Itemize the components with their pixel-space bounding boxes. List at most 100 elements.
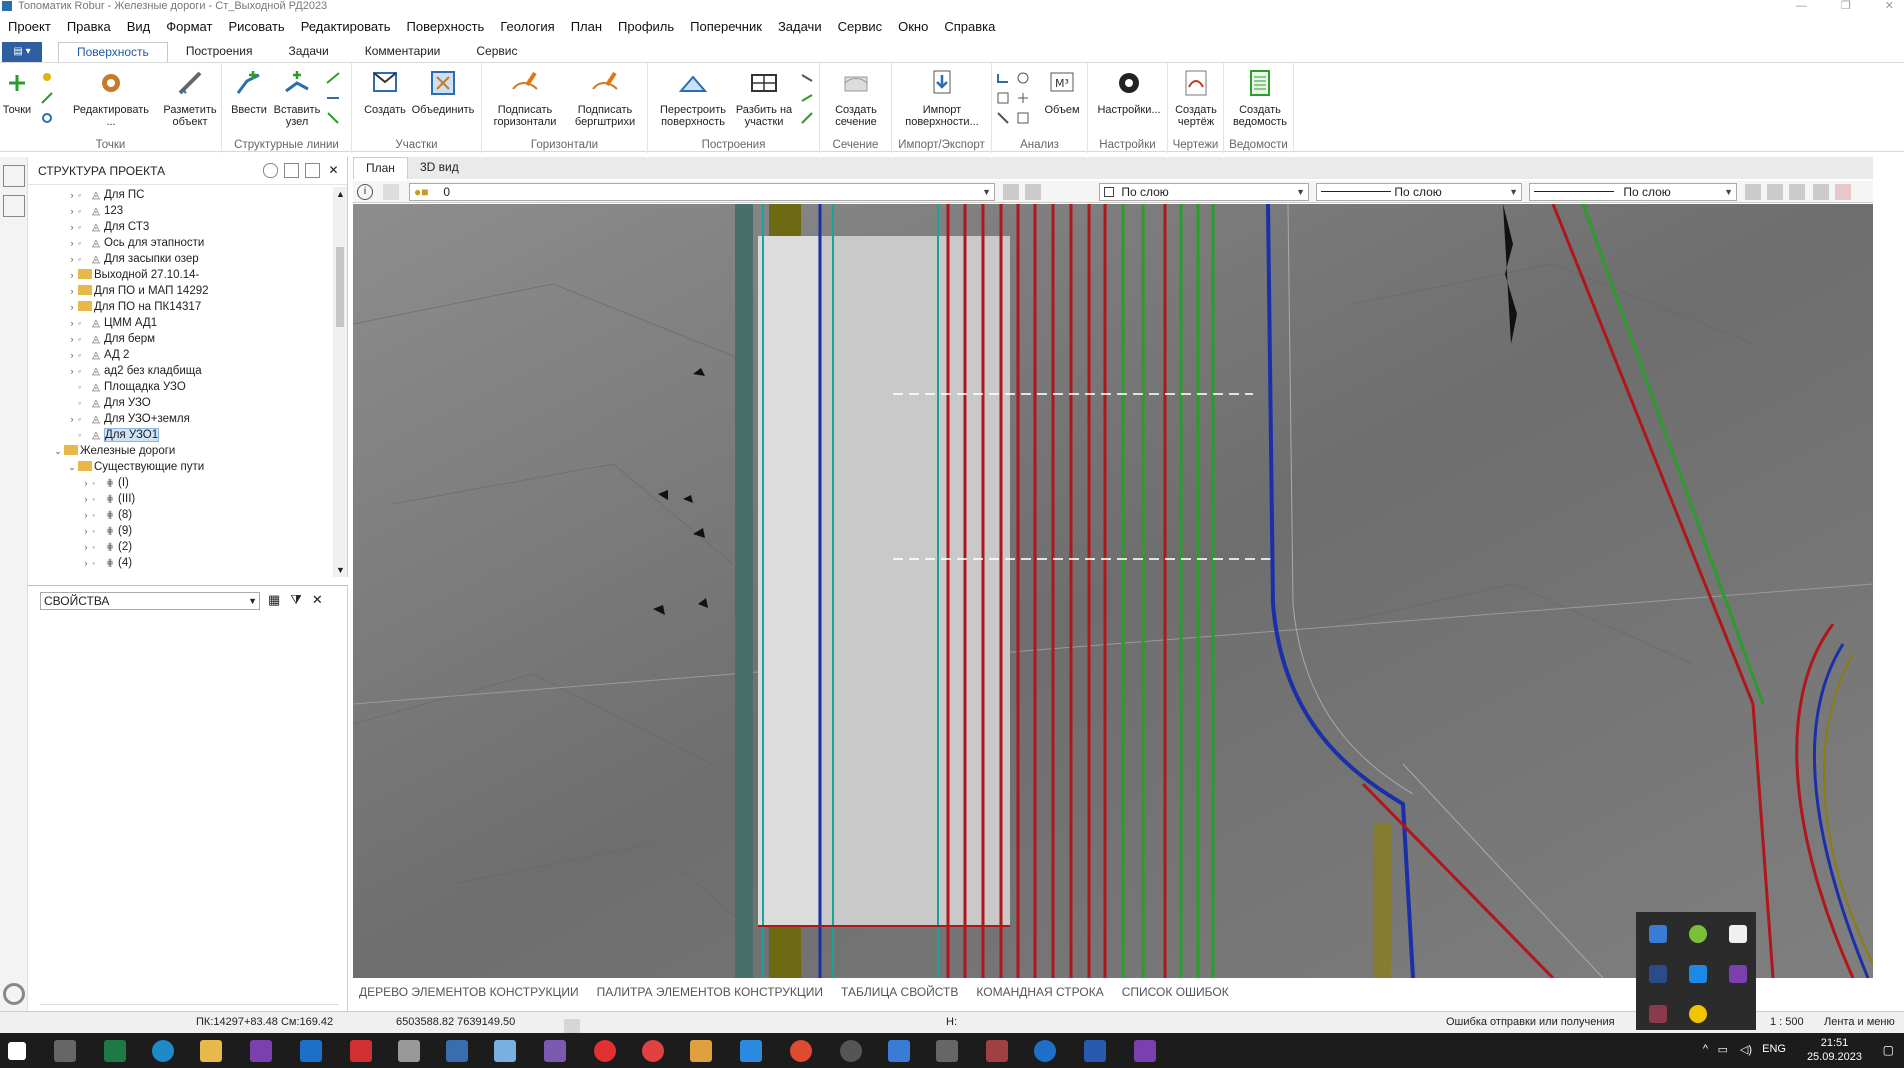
chevron-right-icon[interactable]: › [80,507,92,523]
calculator-icon[interactable] [544,1040,566,1062]
tree-item[interactable]: › ◦ ◬ Для засыпки озер [28,251,333,267]
chevron-right-icon[interactable]: › [66,411,78,427]
visibility-icon[interactable]: ◦ [78,203,88,219]
edge-icon[interactable] [152,1040,174,1062]
tree-item[interactable]: › Для ПО и МАП 14292 [28,283,333,299]
chevron-right-icon[interactable]: › [66,363,78,379]
layer-tool-icon-1[interactable] [1003,184,1019,200]
visibility-icon[interactable]: ◦ [92,507,102,523]
tray-outlook-icon[interactable] [1689,965,1707,983]
settings-button[interactable]: Настройки... [1094,69,1164,116]
tab-construction-palette[interactable]: ПАЛИТРА ЭЛЕМЕНТОВ КОНСТРУКЦИИ [597,985,823,1005]
sign-berg-button[interactable]: Подписать бергштрихи [566,69,644,128]
tray-volume-icon[interactable]: ◁) [1740,1043,1752,1056]
tab-surface[interactable]: Поверхность [58,42,168,62]
status-mode[interactable]: Лента и меню [1824,1016,1895,1028]
scroll-up-icon[interactable]: ▲ [336,189,345,199]
menu-edit[interactable]: Правка [59,17,119,37]
points-button[interactable]: Точки [2,69,32,116]
properties-selector[interactable]: СВОЙСТВА ▼ [40,592,260,610]
menu-format[interactable]: Формат [158,17,220,37]
point-move-icon[interactable] [40,91,54,105]
app-icon-3[interactable] [936,1040,958,1062]
app-icon-5[interactable] [1034,1040,1056,1062]
menu-view[interactable]: Вид [119,17,159,37]
close-properties-icon[interactable]: ✕ [312,592,323,608]
visibility-icon[interactable]: ◦ [78,315,88,331]
menu-tasks[interactable]: Задачи [770,17,830,37]
chevron-right-icon[interactable]: › [66,315,78,331]
menu-surface[interactable]: Поверхность [399,17,493,37]
remote-desktop-icon[interactable] [888,1040,910,1062]
layer-tool-icon-2[interactable] [1025,184,1041,200]
line-tool-icon-1[interactable] [326,71,340,85]
tab-constructions[interactable]: Построения [168,42,271,62]
app-icon-4[interactable] [986,1040,1008,1062]
menu-geology[interactable]: Геология [492,17,562,37]
create-section-button[interactable]: Создать сечение [826,69,886,128]
tab-command-line[interactable]: КОМАНДНАЯ СТРОКА [976,985,1103,1005]
chevron-down-icon[interactable]: ⌄ [66,459,78,475]
status-scale[interactable]: 1 : 500 [1770,1016,1804,1028]
chevron-right-icon[interactable]: › [66,251,78,267]
layer-combo[interactable]: ●■ 0 ▼ [409,183,995,201]
player-icon[interactable] [840,1040,862,1062]
task-view-icon[interactable] [54,1040,76,1062]
tree-item[interactable]: › ◦ ◬ Для СТ3 [28,219,333,235]
app-icon-2[interactable] [740,1040,762,1062]
menu-cross-section[interactable]: Поперечник [682,17,770,37]
construct-tool-icon-1[interactable] [800,71,814,85]
tray-onenote-icon[interactable] [1729,965,1747,983]
tab-tasks[interactable]: Задачи [270,42,346,62]
sort-icon[interactable]: ▦ [268,592,280,608]
tree-item[interactable]: ◦ ◬ Для УЗО [28,395,333,411]
menu-help[interactable]: Справка [936,17,1003,37]
analysis-tool-icon-5[interactable] [1016,91,1030,105]
layers-icon[interactable] [284,163,299,178]
chevron-right-icon[interactable]: › [66,347,78,363]
analysis-tool-icon-6[interactable] [1016,111,1030,125]
print-icon[interactable] [305,163,320,178]
visibility-icon[interactable]: ◦ [92,555,102,571]
visibility-icon[interactable]: ◦ [78,347,88,363]
app-menu-button[interactable]: ▤ ▾ [2,42,42,62]
tray-chevron-up-icon[interactable]: ^ [1703,1043,1708,1055]
visual-studio-icon[interactable] [1134,1040,1156,1062]
chevron-right-icon[interactable]: › [66,267,78,283]
line-tool-icon-3[interactable] [326,111,340,125]
outlook-icon[interactable] [300,1040,322,1062]
visibility-icon[interactable]: ◦ [78,427,88,443]
menu-window[interactable]: Окно [890,17,936,37]
construct-tool-icon-3[interactable] [800,111,814,125]
word-icon[interactable] [1084,1040,1106,1062]
tree-item[interactable]: › ◦ ⋕ (I) [28,475,333,491]
chevron-right-icon[interactable]: › [80,475,92,491]
menu-draw[interactable]: Рисовать [220,17,292,37]
visibility-icon[interactable]: ◦ [78,395,88,411]
tree-item[interactable]: › ◦ ⋕ (8) [28,507,333,523]
robur-icon[interactable] [398,1040,420,1062]
tree-item[interactable]: ⌄ Железные дороги [28,443,333,459]
split-areas-button[interactable]: Разбить на участки [734,69,794,128]
tree-item[interactable]: › Выходной 27.10.14- [28,267,333,283]
eye-icon[interactable] [263,163,278,178]
create-sheet-button[interactable]: Создать ведомость [1228,69,1292,128]
tree-item[interactable]: › ◦ ◬ 123 [28,203,333,219]
view-tool-icon-2[interactable] [1767,184,1783,200]
tree-item[interactable]: ⌄ Существующие пути [28,459,333,475]
sign-contours-button[interactable]: Подписать горизонтали [486,69,564,128]
chevron-right-icon[interactable]: › [66,283,78,299]
layer-manager-icon[interactable] [383,184,399,200]
tree-item[interactable]: ◦ ◬ Площадка УЗО [28,379,333,395]
tab-comments[interactable]: Комментарии [347,42,459,62]
visibility-icon[interactable]: ◦ [92,475,102,491]
tab-properties-table[interactable]: ТАБЛИЦА СВОЙСТВ [841,985,958,1005]
scrollbar-thumb[interactable] [336,247,344,327]
visibility-icon[interactable]: ◦ [78,411,88,427]
tree-item[interactable]: › Для ПО на ПК14317 [28,299,333,315]
tray-yandex-icon[interactable] [1689,1005,1707,1023]
settings-gear-icon[interactable] [3,983,25,1005]
tree-item[interactable]: › ◦ ◬ Ось для этапности [28,235,333,251]
drawing-canvas[interactable] [353,204,1873,978]
mark-object-button[interactable]: Разметить объект [160,69,220,128]
